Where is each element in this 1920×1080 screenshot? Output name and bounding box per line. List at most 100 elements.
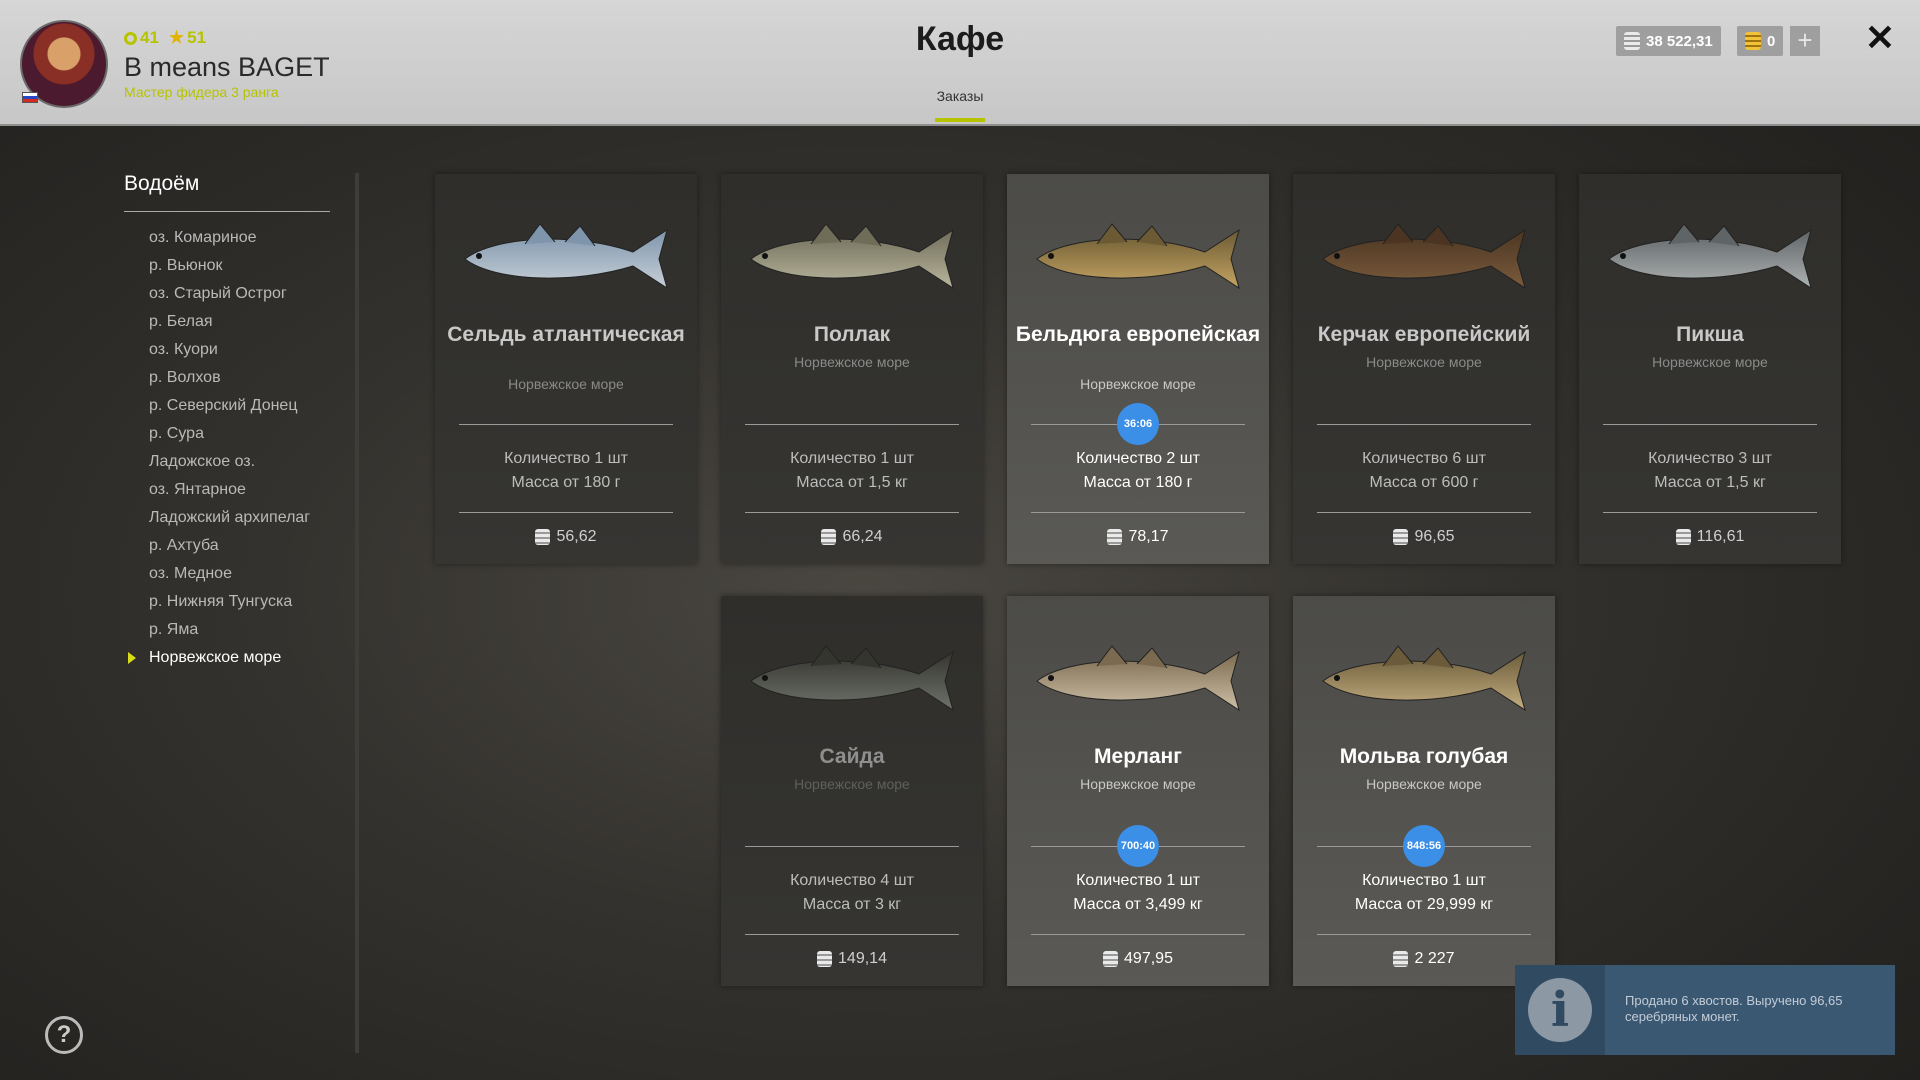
price-value: 56,62 [556,528,597,545]
order-mass: Масса от 1,5 кг [796,474,908,491]
sidebar-item[interactable]: оз. Старый Острог [149,282,310,310]
water-list: оз. Комариное р. Вьюнок оз. Старый Острог р… [127,226,310,674]
sidebar-item[interactable]: р. Ахтуба [149,534,310,562]
sidebar-item[interactable]: оз. Комариное [149,226,310,254]
order-mass: Масса от 29,999 кг [1354,896,1494,913]
gold-coin-icon [1745,32,1761,50]
price-value: 2 227 [1414,950,1455,967]
order-quantity: Количество 1 шт [1362,872,1486,889]
fish-water: Норвежское море [794,354,910,370]
add-currency-button[interactable]: + [1790,26,1820,56]
gold-value: 0 [1767,32,1776,50]
fish-name: Поллак [813,323,891,346]
order-card[interactable]: Мерланг Норвежское море 700:40 Количество 1… [1007,596,1269,986]
fish-water: Норвежское море [1366,354,1482,370]
silver-coin-icon [1107,529,1123,545]
fish-water: Норвежское море [508,376,624,392]
sidebar-item[interactable]: р. Яма [149,618,310,646]
sidebar-item[interactable]: р. Сура [149,422,310,450]
fish-name: Сельдь атлантическая [447,323,685,346]
card-divider [459,512,673,513]
order-price: 78,17 [1007,528,1269,546]
fish-name: Сайда [819,745,885,768]
fish-image [1036,645,1240,712]
card-divider [1317,424,1531,425]
silver-coin-icon [1103,951,1119,967]
tab-active-indicator [935,118,985,122]
notification-toast[interactable]: i Продано 6 хвостов. Выручено 96,65 сере… [1515,965,1895,1055]
sidebar-scrollbar[interactable] [355,173,359,1053]
order-mass: Масса от 1,5 кг [1654,474,1766,491]
fish-water: Норвежское море [1080,776,1196,792]
price-value: 497,95 [1124,950,1173,967]
order-card[interactable]: Бельдюга европейская Норвежское море 36:06… [1007,174,1269,564]
card-divider [1317,512,1531,513]
sidebar-item[interactable]: р. Волхов [149,366,310,394]
order-card[interactable]: Поллак Норвежское море Количество 1 шт Масс… [721,174,983,564]
sidebar-item[interactable]: оз. Куори [149,338,310,366]
card-divider [745,512,959,513]
card-divider [459,424,673,425]
sidebar-divider [124,211,330,212]
timer-badge: 36:06 [1117,403,1159,445]
order-card[interactable]: Керчак европейский Норвежское море Количес… [1293,174,1555,564]
silver-coin-icon [1393,529,1409,545]
sidebar-item[interactable]: Норвежское море [127,646,310,674]
notification-text: Продано 6 хвостов. Выручено 96,65 серебр… [1625,993,1843,1024]
sidebar-title: Водоём [124,172,200,195]
silver-coin-icon [1624,32,1640,50]
fish-image [750,223,954,290]
order-mass: Масса от 3 кг [802,896,902,913]
fish-name: Пикша [1676,323,1744,346]
fish-image [1322,645,1526,712]
fish-name: Керчак европейский [1317,323,1531,346]
price-value: 78,17 [1128,528,1169,545]
price-value: 66,24 [842,528,883,545]
fish-name: Мольва голубая [1339,745,1509,768]
fish-image [1322,223,1526,290]
fish-name: Мерланг [1094,745,1182,768]
fish-water: Норвежское море [1080,376,1196,392]
order-mass: Масса от 3,499 кг [1073,896,1203,913]
card-divider [1603,424,1817,425]
card-divider [745,934,959,935]
sidebar-item[interactable]: р. Белая [149,310,310,338]
sidebar-item[interactable]: оз. Медное [149,562,310,590]
player-rank: Мастер фидера 3 ранга [124,84,279,100]
timer-badge: 848:56 [1403,825,1445,867]
order-quantity: Количество 3 шт [1648,450,1772,467]
order-card[interactable]: Мольва голубая Норвежское море 848:56 Колич… [1293,596,1555,986]
order-mass: Масса от 600 г [1369,474,1479,491]
order-card[interactable]: Пикша Норвежское море Количество 3 шт Масса… [1579,174,1841,564]
sidebar-item[interactable]: р. Нижняя Тунгуска [149,590,310,618]
sidebar-item[interactable]: Ладожское оз. [149,450,310,478]
price-value: 96,65 [1414,528,1455,545]
order-quantity: Количество 2 шт [1076,450,1200,467]
close-icon[interactable]: ✕ [1862,20,1898,56]
order-card[interactable]: Сайда Норвежское море Количество 4 шт Масса… [721,596,983,986]
help-icon[interactable]: ? [45,1016,83,1054]
order-quantity: Количество 6 шт [1362,450,1486,467]
order-price: 66,24 [721,528,983,546]
order-price: 497,95 [1007,950,1269,968]
fish-image [1608,223,1812,290]
info-icon: i [1528,978,1592,1042]
order-price: 116,61 [1579,528,1841,546]
order-quantity: Количество 1 шт [1076,872,1200,889]
sidebar-item[interactable]: р. Северский Донец [149,394,310,422]
fish-water: Норвежское море [1366,776,1482,792]
fish-image [1036,223,1240,290]
order-quantity: Количество 1 шт [790,450,914,467]
sidebar-item[interactable]: р. Вьюнок [149,254,310,282]
sidebar-item[interactable]: оз. Янтарное [149,478,310,506]
silver-balance: 38 522,31 [1616,26,1721,56]
tab-orders[interactable]: Заказы [920,88,1000,114]
silver-value: 38 522,31 [1646,32,1713,50]
order-mass: Масса от 180 г [511,474,621,491]
fish-image [750,645,954,712]
fish-image [464,223,668,290]
sidebar-item[interactable]: Ладожский архипелаг [149,506,310,534]
timer-badge: 700:40 [1117,825,1159,867]
order-price: 149,14 [721,950,983,968]
order-card[interactable]: Сельдь атлантическая Норвежское море Колич… [435,174,697,564]
